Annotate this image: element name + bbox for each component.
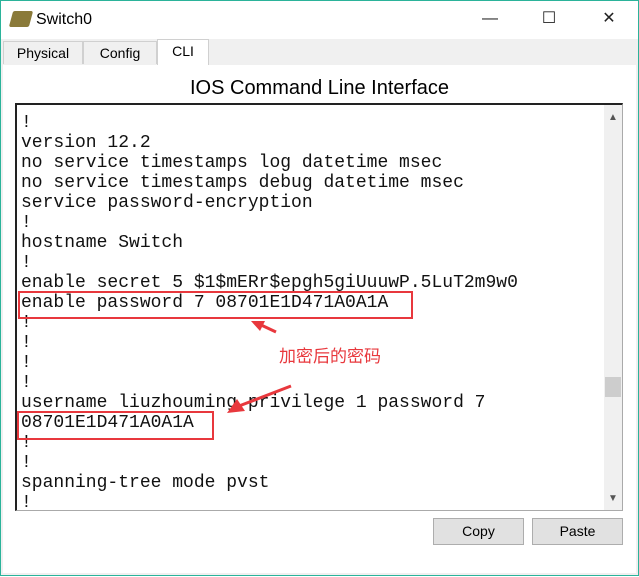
window: Switch0 — ☐ ✕ Physical Config CLI IOS Co… (0, 0, 639, 576)
copy-button[interactable]: Copy (433, 518, 524, 545)
paste-button[interactable]: Paste (532, 518, 623, 545)
annotation-text: 加密后的密码 (279, 347, 381, 366)
annotation-arrows (227, 321, 292, 413)
